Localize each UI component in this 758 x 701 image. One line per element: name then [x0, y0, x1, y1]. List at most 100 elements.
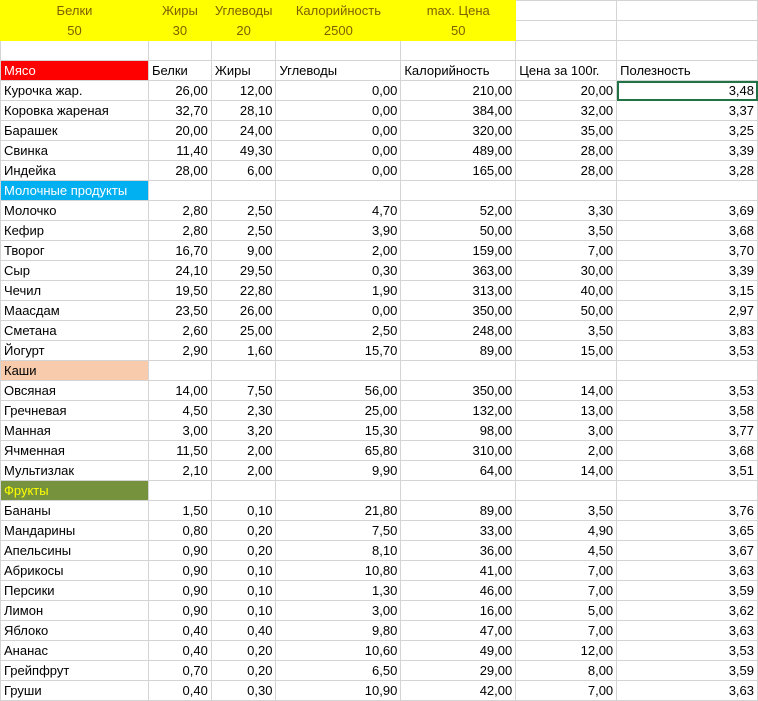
value-cell[interactable]: 65,80 — [275, 440, 402, 461]
value-cell[interactable]: 64,00 — [400, 460, 517, 481]
usefulness-cell[interactable]: 3,62 — [616, 600, 758, 621]
value-cell[interactable]: 7,00 — [515, 240, 618, 261]
value-cell[interactable]: 10,90 — [275, 680, 402, 701]
column-header-cell[interactable]: Жиры — [210, 60, 277, 81]
product-name-cell[interactable]: Апельсины — [0, 540, 149, 561]
product-name-cell[interactable]: Молочко — [0, 200, 149, 221]
value-cell[interactable]: 89,00 — [400, 340, 517, 361]
empty-cell[interactable] — [616, 40, 758, 61]
summary-label-cell[interactable]: Белки — [0, 0, 149, 21]
empty-cell[interactable] — [616, 0, 758, 21]
usefulness-cell[interactable]: 3,76 — [616, 500, 758, 521]
summary-value-cell[interactable]: 50 — [400, 20, 517, 41]
value-cell[interactable]: 2,10 — [147, 460, 212, 481]
value-cell[interactable]: 98,00 — [400, 420, 517, 441]
empty-cell[interactable] — [147, 180, 212, 201]
empty-cell[interactable] — [210, 480, 277, 501]
value-cell[interactable]: 0,90 — [147, 580, 212, 601]
value-cell[interactable]: 4,90 — [515, 520, 618, 541]
usefulness-cell[interactable]: 3,48 — [616, 80, 758, 101]
empty-cell[interactable] — [400, 360, 517, 381]
product-name-cell[interactable]: Ячменная — [0, 440, 149, 461]
value-cell[interactable]: 7,00 — [515, 680, 618, 701]
value-cell[interactable]: 50,00 — [400, 220, 517, 241]
product-name-cell[interactable]: Абрикосы — [0, 560, 149, 581]
value-cell[interactable]: 1,60 — [210, 340, 277, 361]
value-cell[interactable]: 9,90 — [275, 460, 402, 481]
value-cell[interactable]: 0,20 — [210, 540, 277, 561]
usefulness-cell[interactable]: 3,15 — [616, 280, 758, 301]
value-cell[interactable]: 0,00 — [275, 300, 402, 321]
value-cell[interactable]: 165,00 — [400, 160, 517, 181]
value-cell[interactable]: 3,90 — [275, 220, 402, 241]
product-name-cell[interactable]: Творог — [0, 240, 149, 261]
column-header-cell[interactable]: Цена за 100г. — [515, 60, 618, 81]
product-name-cell[interactable]: Грейпфрут — [0, 660, 149, 681]
empty-cell[interactable] — [400, 480, 517, 501]
empty-cell[interactable] — [210, 360, 277, 381]
empty-cell[interactable] — [616, 180, 758, 201]
value-cell[interactable]: 2,80 — [147, 200, 212, 221]
value-cell[interactable]: 2,90 — [147, 340, 212, 361]
product-name-cell[interactable]: Лимон — [0, 600, 149, 621]
value-cell[interactable]: 3,50 — [515, 320, 618, 341]
value-cell[interactable]: 29,00 — [400, 660, 517, 681]
value-cell[interactable]: 210,00 — [400, 80, 517, 101]
value-cell[interactable]: 21,80 — [275, 500, 402, 521]
value-cell[interactable]: 489,00 — [400, 140, 517, 161]
usefulness-cell[interactable]: 2,97 — [616, 300, 758, 321]
value-cell[interactable]: 4,50 — [147, 400, 212, 421]
usefulness-cell[interactable]: 3,70 — [616, 240, 758, 261]
product-name-cell[interactable]: Кефир — [0, 220, 149, 241]
value-cell[interactable]: 248,00 — [400, 320, 517, 341]
value-cell[interactable]: 320,00 — [400, 120, 517, 141]
value-cell[interactable]: 7,00 — [515, 620, 618, 641]
usefulness-cell[interactable]: 3,39 — [616, 140, 758, 161]
value-cell[interactable]: 1,50 — [147, 500, 212, 521]
value-cell[interactable]: 3,00 — [147, 420, 212, 441]
value-cell[interactable]: 11,50 — [147, 440, 212, 461]
value-cell[interactable]: 40,00 — [515, 280, 618, 301]
value-cell[interactable]: 3,50 — [515, 500, 618, 521]
value-cell[interactable]: 28,10 — [210, 100, 277, 121]
product-name-cell[interactable]: Сметана — [0, 320, 149, 341]
empty-cell[interactable] — [275, 360, 402, 381]
empty-cell[interactable] — [147, 360, 212, 381]
summary-value-cell[interactable]: 2500 — [275, 20, 402, 41]
category-cell[interactable]: Молочные продукты — [0, 180, 149, 201]
value-cell[interactable]: 26,00 — [147, 80, 212, 101]
value-cell[interactable]: 56,00 — [275, 380, 402, 401]
value-cell[interactable]: 10,60 — [275, 640, 402, 661]
empty-cell[interactable] — [147, 40, 212, 61]
usefulness-cell[interactable]: 3,69 — [616, 200, 758, 221]
usefulness-cell[interactable]: 3,83 — [616, 320, 758, 341]
value-cell[interactable]: 0,30 — [210, 680, 277, 701]
summary-label-cell[interactable]: max. Цена — [400, 0, 517, 21]
value-cell[interactable]: 16,70 — [147, 240, 212, 261]
value-cell[interactable]: 0,10 — [210, 560, 277, 581]
value-cell[interactable]: 159,00 — [400, 240, 517, 261]
value-cell[interactable]: 23,50 — [147, 300, 212, 321]
empty-cell[interactable] — [210, 180, 277, 201]
category-meat-cell[interactable]: Мясо — [0, 60, 149, 81]
value-cell[interactable]: 0,00 — [275, 120, 402, 141]
value-cell[interactable]: 7,50 — [275, 520, 402, 541]
value-cell[interactable]: 12,00 — [515, 640, 618, 661]
usefulness-cell[interactable]: 3,77 — [616, 420, 758, 441]
value-cell[interactable]: 2,00 — [275, 240, 402, 261]
product-name-cell[interactable]: Маасдам — [0, 300, 149, 321]
usefulness-cell[interactable]: 3,39 — [616, 260, 758, 281]
product-name-cell[interactable]: Мультизлак — [0, 460, 149, 481]
empty-cell[interactable] — [275, 480, 402, 501]
value-cell[interactable]: 28,00 — [515, 140, 618, 161]
usefulness-cell[interactable]: 3,68 — [616, 440, 758, 461]
value-cell[interactable]: 15,00 — [515, 340, 618, 361]
value-cell[interactable]: 0,10 — [210, 500, 277, 521]
column-header-cell[interactable]: Углеводы — [275, 60, 402, 81]
value-cell[interactable]: 32,70 — [147, 100, 212, 121]
value-cell[interactable]: 16,00 — [400, 600, 517, 621]
value-cell[interactable]: 3,00 — [275, 600, 402, 621]
empty-cell[interactable] — [515, 40, 618, 61]
value-cell[interactable]: 310,00 — [400, 440, 517, 461]
value-cell[interactable]: 20,00 — [147, 120, 212, 141]
